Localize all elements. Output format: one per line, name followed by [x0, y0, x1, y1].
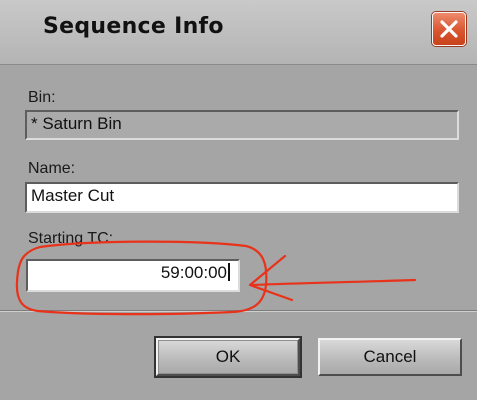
starting-tc-label: Starting TC: [28, 230, 114, 247]
close-x-icon [440, 20, 458, 38]
name-label: Name: [28, 160, 76, 177]
cancel-button[interactable]: Cancel [318, 338, 462, 376]
text-caret [228, 263, 230, 281]
starting-tc-field[interactable]: 59:00:00 [26, 259, 240, 292]
bin-label: Bin: [28, 89, 56, 106]
dialog-title: Sequence Info [43, 14, 224, 39]
close-button[interactable] [432, 12, 466, 46]
bin-field: * Saturn Bin [25, 110, 459, 140]
separator [0, 310, 477, 312]
title-bar: Sequence Info [0, 0, 477, 65]
ok-button[interactable]: OK [156, 338, 300, 376]
starting-tc-value: 59:00:00 [160, 263, 227, 282]
name-field[interactable]: Master Cut [25, 182, 459, 213]
